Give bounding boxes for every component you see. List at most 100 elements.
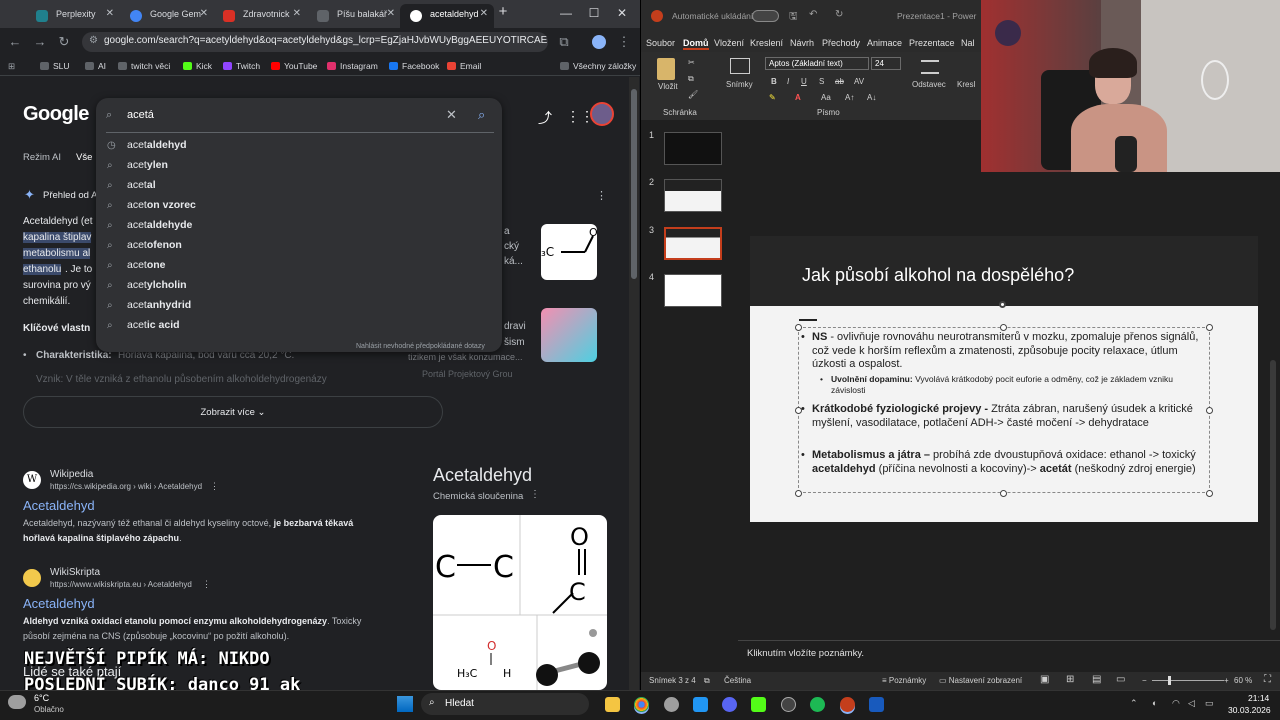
spacing-icon[interactable]: AV [854, 77, 864, 86]
bullet-item[interactable]: • NS - ovlivňuje rovnováhu neurotransmite… [801, 331, 1208, 372]
sorter-view-icon[interactable]: ⊞ [1066, 674, 1074, 685]
undo-icon[interactable]: ↶ [809, 9, 817, 20]
discord-icon[interactable] [722, 697, 737, 712]
scrollbar-thumb[interactable] [631, 89, 637, 279]
shrink-font-icon[interactable]: A↓ [867, 93, 876, 102]
taskbar-search[interactable]: ⌕ Hledat [421, 693, 589, 715]
apps-icon[interactable]: ⊞ [8, 61, 15, 72]
clock-time[interactable]: 21:14 [1248, 693, 1269, 703]
result-url[interactable]: https://cs.wikipedia.org › wiki › Acetal… [50, 482, 202, 491]
volume-icon[interactable]: ◁ [1188, 698, 1195, 709]
resize-handle[interactable] [795, 324, 802, 331]
report-predictions-link[interactable]: Nahlásit nevhodné předpokládané dotazy [356, 343, 485, 350]
file-explorer-icon[interactable] [605, 697, 620, 712]
close-window-button[interactable]: ✕ [614, 6, 630, 20]
slides-button[interactable]: Snímky [726, 80, 753, 89]
new-tab-button[interactable]: + [495, 3, 511, 20]
tab-zdravotnicke[interactable]: Zdravotnick ✕ [213, 4, 307, 28]
cut-icon[interactable]: ✂ [688, 58, 695, 67]
copy-icon[interactable]: ⧉ [688, 74, 694, 84]
drawing-button[interactable]: Kresl [957, 80, 975, 89]
slide-thumbnail-3-selected[interactable] [664, 227, 722, 260]
speaker-notes[interactable]: Kliknutím vložíte poznámky. [738, 640, 1280, 672]
menu-icon[interactable]: ⋮ [616, 34, 632, 50]
tray-chevron-icon[interactable]: ⌃ [1130, 698, 1138, 709]
suggestion-item[interactable]: acetaldehyde [127, 219, 192, 231]
close-icon[interactable]: ✕ [200, 8, 208, 19]
account-avatar[interactable] [590, 102, 614, 126]
notes-button[interactable]: ≡ Poznámky [882, 676, 926, 685]
kick-app-icon[interactable] [751, 697, 766, 712]
paste-label[interactable]: Vložit [658, 82, 678, 91]
sub-bullet-item[interactable]: • Uvolnění dopaminu: Vyvolává krátkodobý … [820, 374, 1207, 396]
autosave-toggle[interactable] [752, 10, 779, 22]
slide-thumbnail-2[interactable] [664, 179, 722, 212]
all-bookmarks[interactable]: Všechny záložky [560, 61, 636, 71]
zoom-slider[interactable] [1152, 680, 1224, 681]
chrome-icon[interactable] [634, 697, 649, 712]
obs-icon[interactable] [781, 697, 796, 712]
reading-view-icon[interactable]: ▤ [1092, 674, 1101, 685]
format-painter-icon[interactable]: 🖌 [688, 90, 698, 99]
photos-icon[interactable] [693, 697, 708, 712]
bookmark-kick[interactable]: Kick [183, 61, 212, 71]
bookmark-slu[interactable]: SLU [40, 61, 70, 71]
resize-handle[interactable] [1000, 490, 1007, 497]
share-icon[interactable]: ⤴ [538, 108, 552, 128]
address-bar[interactable]: ⚙ google.com/search?q=acetyldehyd&oq=ace… [82, 32, 548, 52]
slide-title[interactable]: Jak působí alkohol na dospělého? [802, 265, 1074, 286]
slide-thumbnail-1[interactable] [664, 132, 722, 165]
paragraph-button[interactable]: Odstavec [912, 80, 946, 89]
paste-icon[interactable] [657, 58, 675, 80]
word-icon[interactable] [869, 697, 884, 712]
canvas-scrollbar[interactable] [1270, 360, 1276, 630]
close-icon[interactable]: ✕ [106, 8, 114, 19]
close-icon[interactable]: ✕ [480, 8, 488, 19]
save-icon[interactable]: 🖫 [789, 9, 798, 26]
powerpoint-taskbar-icon[interactable] [840, 697, 855, 712]
suggestion-item[interactable]: acetylcholin [127, 279, 187, 291]
ribbon-tab[interactable]: Prezentace [909, 38, 955, 48]
zoom-slider-thumb[interactable] [1168, 676, 1171, 685]
rotate-handle[interactable] [999, 301, 1006, 308]
molecule-thumbnail[interactable]: ₃C O [541, 224, 598, 280]
highlight-icon[interactable]: ✎ [769, 93, 776, 102]
bold-icon[interactable]: B [771, 77, 777, 86]
profile-avatar[interactable] [592, 35, 606, 49]
accessibility-icon[interactable]: ⧉ [704, 676, 710, 686]
bookmark-twitch[interactable]: Twitch [223, 61, 260, 71]
suggestion-item[interactable]: acetanhydrid [127, 299, 191, 311]
slide-thumbnail-4[interactable] [664, 274, 722, 307]
bookmark-instagram[interactable]: Instagram [327, 61, 378, 71]
windows-start-icon[interactable] [397, 696, 413, 712]
tab-balakar[interactable]: Píšu balakář ✕ [307, 4, 401, 28]
suggestion-item[interactable]: acetone [127, 259, 166, 271]
tab-acetaldehyd[interactable]: acetaldehyd ✕ [400, 4, 494, 28]
bookmark-youtube[interactable]: YouTube [271, 61, 317, 71]
back-icon[interactable]: ← [7, 34, 23, 49]
battery-icon[interactable]: ▭ [1205, 698, 1214, 709]
language-label[interactable]: Čeština [724, 676, 751, 685]
zoom-level[interactable]: 60 % [1234, 676, 1252, 685]
weather-temp[interactable]: 6°C [34, 693, 49, 703]
google-logo[interactable]: Google [23, 103, 89, 126]
weather-cloud-icon[interactable] [8, 695, 26, 709]
reload-icon[interactable]: ↻ [56, 34, 72, 50]
portal-source[interactable]: Portál Projektový Grou [422, 369, 513, 379]
more-options-icon[interactable]: ⋮ [202, 579, 211, 590]
extensions-icon[interactable]: ⧉ [556, 34, 572, 50]
resize-handle[interactable] [795, 490, 802, 497]
more-options-icon[interactable]: ⋮ [530, 489, 540, 500]
molecule-image-grid[interactable]: C C O C O H₃C H [433, 515, 607, 690]
ribbon-tab[interactable]: Návrh [790, 38, 814, 48]
strikethrough-icon[interactable]: ab [835, 77, 844, 86]
case-icon[interactable]: Aa [821, 93, 831, 102]
minimize-button[interactable]: — [558, 6, 574, 20]
settings-icon[interactable] [664, 697, 679, 712]
view-settings-button[interactable]: ▭ Nastavení zobrazení [939, 676, 1022, 685]
clock-date[interactable]: 30.03.2026 [1228, 705, 1271, 715]
font-name-select[interactable]: Aptos (Základní text) [765, 57, 869, 70]
show-more-button[interactable]: Zobrazit více ⌄ [23, 396, 443, 428]
result-url[interactable]: https://www.wikiskripta.eu › Acetaldehyd [50, 580, 192, 589]
bullet-item[interactable]: • Metabolismus a játra – probíhá zde dvou… [801, 449, 1208, 476]
